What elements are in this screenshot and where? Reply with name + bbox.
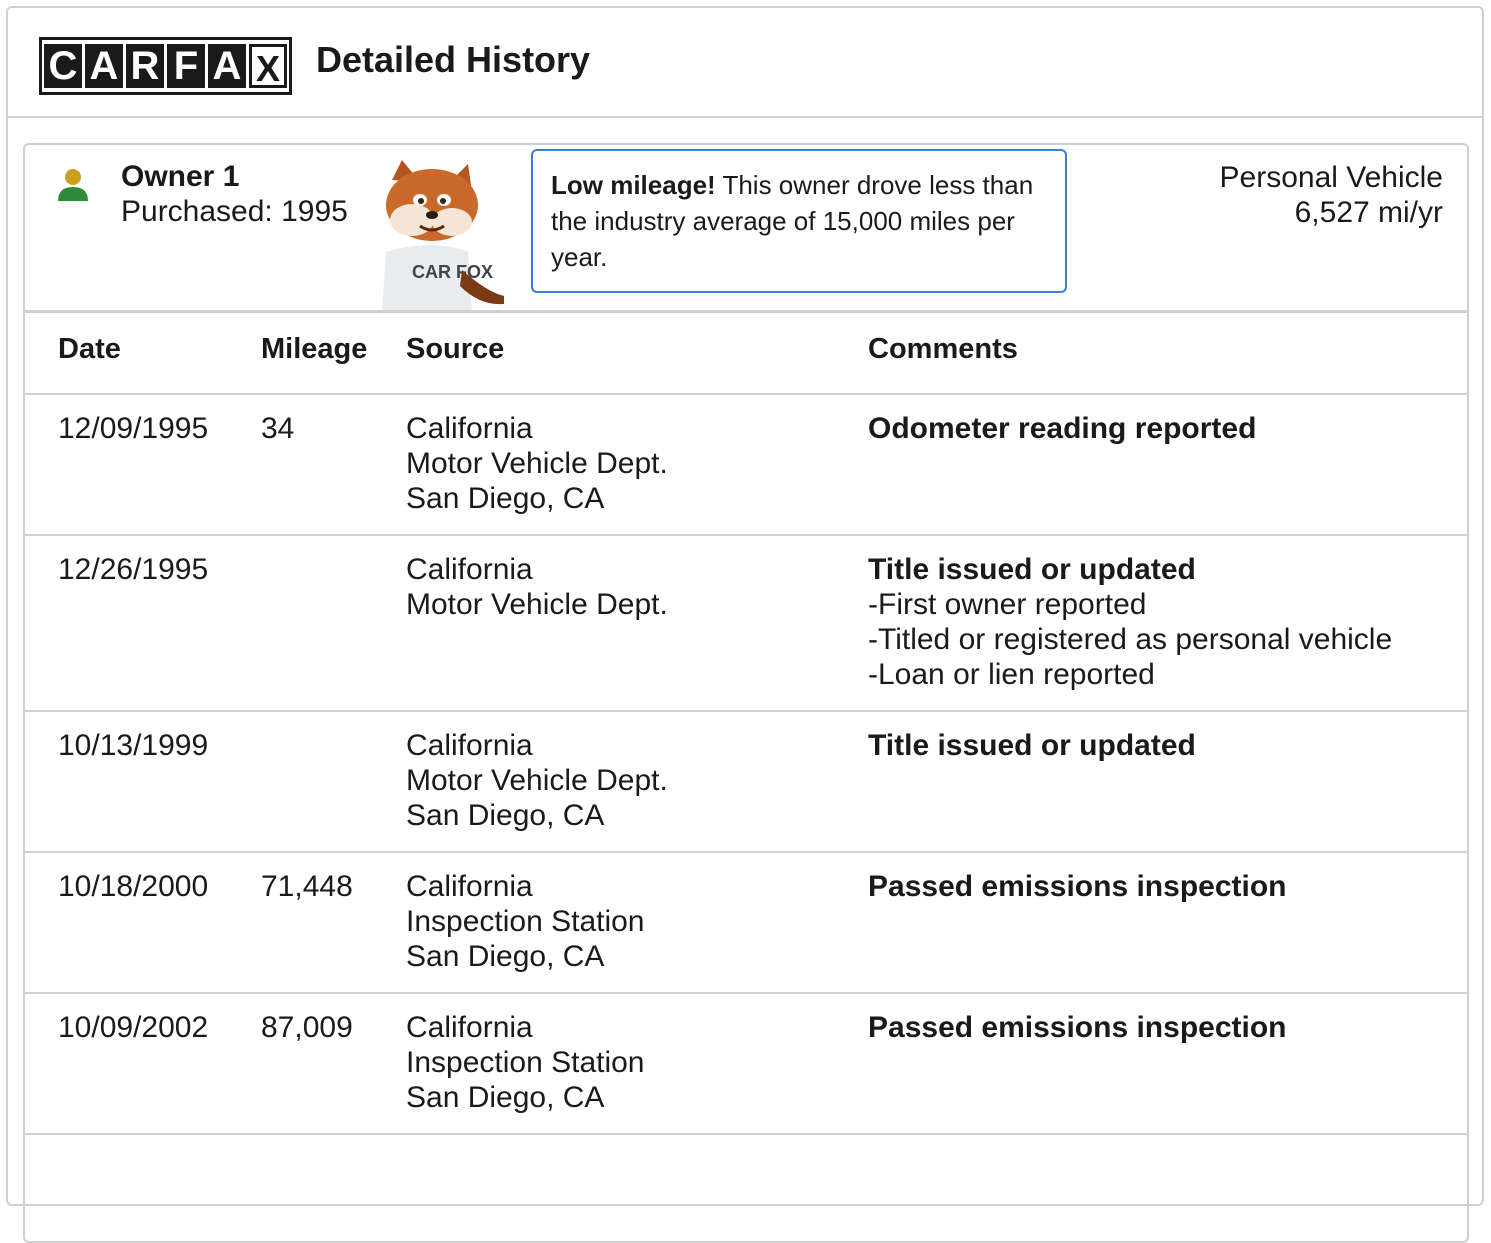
table-row: 10/13/1999 California Motor Vehicle Dept… xyxy=(25,712,1467,853)
table-row: 12/09/1995 34 California Motor Vehicle D… xyxy=(25,395,1467,536)
row-date: 10/13/1999 xyxy=(58,729,209,762)
row-source: California Inspection Station San Diego,… xyxy=(406,869,645,974)
carfax-logo: C A R F A X xyxy=(39,37,292,95)
column-header-comments: Comments xyxy=(868,333,1018,365)
column-header-mileage: Mileage xyxy=(261,333,368,365)
comment-title: Odometer reading reported xyxy=(868,412,1257,445)
comment-title: Passed emissions inspection xyxy=(868,1011,1287,1044)
vehicle-usage: Personal Vehicle 6,527 mi/yr xyxy=(1220,160,1443,230)
source-line: Motor Vehicle Dept. xyxy=(406,764,668,797)
source-line: Motor Vehicle Dept. xyxy=(406,588,668,621)
source-line: Motor Vehicle Dept. xyxy=(406,447,668,480)
source-line: California xyxy=(406,729,533,762)
comment-item: -Titled or registered as personal vehicl… xyxy=(868,623,1393,656)
history-table: Date Mileage Source Comments 12/09/1995 … xyxy=(25,310,1467,1135)
logo-letter: A xyxy=(208,44,246,88)
logo-letter: F xyxy=(167,44,205,88)
source-line: San Diego, CA xyxy=(406,799,605,832)
comment-item-text: Loan or lien reported xyxy=(878,658,1155,691)
row-mileage: 34 xyxy=(261,412,295,445)
callout-bold: Low mileage! xyxy=(551,170,716,200)
logo-letter: C xyxy=(44,44,82,88)
table-header: Date Mileage Source Comments xyxy=(25,310,1467,395)
source-line: San Diego, CA xyxy=(406,482,605,515)
source-line: California xyxy=(406,1011,533,1044)
source-line: Inspection Station xyxy=(406,1046,645,1079)
comment-item-text: First owner reported xyxy=(878,588,1147,621)
owner-label: Owner 1 xyxy=(121,160,240,193)
row-date: 10/09/2002 xyxy=(58,1011,209,1044)
page-title: Detailed History xyxy=(316,39,591,80)
table-row: 12/26/1995 California Motor Vehicle Dept… xyxy=(25,536,1467,712)
row-mileage: 71,448 xyxy=(261,870,353,903)
row-date: 12/09/1995 xyxy=(58,412,209,445)
row-comments: Passed emissions inspection xyxy=(868,1010,1287,1045)
source-line: San Diego, CA xyxy=(406,1081,605,1114)
comment-item-text: Titled or registered as personal vehicle xyxy=(878,623,1393,656)
comment-title: Title issued or updated xyxy=(868,553,1196,586)
mileage-rate: 6,527 mi/yr xyxy=(1294,196,1443,229)
column-header-date: Date xyxy=(58,333,121,365)
row-comments: Title issued or updated xyxy=(868,728,1196,763)
person-icon xyxy=(58,169,88,201)
logo-letter: A xyxy=(85,44,123,88)
source-line: San Diego, CA xyxy=(406,940,605,973)
comment-title: Passed emissions inspection xyxy=(868,870,1287,903)
logo-letter: R xyxy=(126,44,164,88)
source-line: California xyxy=(406,412,533,445)
source-line: Inspection Station xyxy=(406,905,645,938)
column-header-source: Source xyxy=(406,333,505,365)
table-row: 10/09/2002 87,009 California Inspection … xyxy=(25,994,1467,1135)
comment-item: -First owner reported xyxy=(868,588,1147,621)
fox-shirt-text: CAR FOX xyxy=(412,262,493,282)
row-source: California Motor Vehicle Dept. San Diego… xyxy=(406,411,668,516)
row-source: California Inspection Station San Diego,… xyxy=(406,1010,645,1115)
comment-item: -Loan or lien reported xyxy=(868,658,1155,691)
row-comments: Passed emissions inspection xyxy=(868,869,1287,904)
source-line: California xyxy=(406,553,533,586)
owner-purchased: Purchased: 1995 xyxy=(121,195,348,228)
row-mileage: 87,009 xyxy=(261,1011,353,1044)
row-comments: Title issued or updated -First owner rep… xyxy=(868,552,1392,692)
row-date: 12/26/1995 xyxy=(58,553,209,586)
comment-title: Title issued or updated xyxy=(868,729,1196,762)
row-source: California Motor Vehicle Dept. xyxy=(406,552,668,622)
logo-letter: X xyxy=(249,44,287,89)
carfox-mascot-icon: CAR FOX xyxy=(382,160,504,310)
vehicle-type: Personal Vehicle xyxy=(1219,161,1443,194)
low-mileage-callout: Low mileage! This owner drove less than … xyxy=(531,149,1067,293)
row-source: California Motor Vehicle Dept. San Diego… xyxy=(406,728,668,833)
report-header: C A R F A X Detailed History xyxy=(6,6,1484,118)
table-row: 10/18/2000 71,448 California Inspection … xyxy=(25,853,1467,994)
row-date: 10/18/2000 xyxy=(58,870,209,903)
row-comments: Odometer reading reported xyxy=(868,411,1256,446)
source-line: California xyxy=(406,870,533,903)
